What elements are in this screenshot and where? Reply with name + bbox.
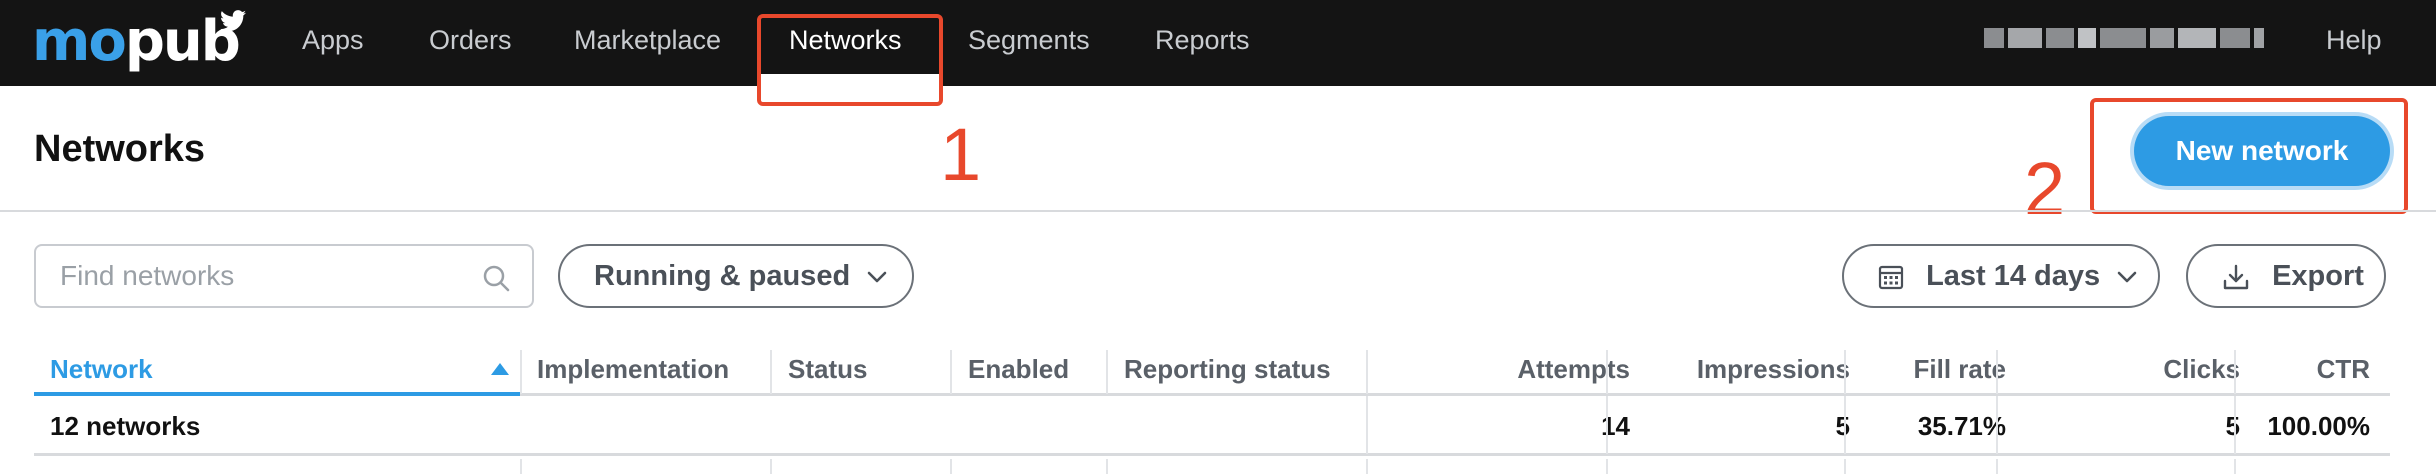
status-filter-label: Running & paused [594, 260, 851, 292]
summary-network-count: 12 networks [50, 411, 201, 441]
calendar-icon [1878, 266, 1904, 290]
column-header-status[interactable]: Status [788, 344, 867, 393]
logo-mo: mo [32, 9, 127, 74]
user-account-menu[interactable] [1984, 28, 2286, 52]
column-header-reporting-status[interactable]: Reporting status [1124, 344, 1331, 393]
date-range-dropdown[interactable]: Last 14 days [1842, 244, 2160, 308]
header-divider [0, 210, 2436, 212]
export-label: Export [2272, 260, 2364, 292]
column-header-clicks[interactable]: Clicks [2014, 344, 2240, 393]
column-header-implementation[interactable]: Implementation [537, 344, 729, 393]
annotation-number-2: 2 [2024, 147, 2066, 230]
nav-active-indicator [759, 74, 939, 86]
chevron-down-icon [2117, 272, 2137, 283]
nav-reports[interactable]: Reports [1155, 0, 1250, 86]
nav-help[interactable]: Help [2326, 0, 2382, 86]
summary-ctr: 100.00% [2267, 411, 2370, 441]
column-header-fill-rate[interactable]: Fill rate [1862, 344, 2006, 393]
annotation-number-1: 1 [940, 113, 982, 196]
summary-clicks: 5 [2225, 411, 2240, 441]
chevron-down-icon [867, 272, 887, 283]
search-box [34, 244, 534, 308]
twitter-bird-icon [220, 10, 246, 32]
summary-fill-rate: 35.71% [1917, 411, 2006, 441]
sort-ascending-icon[interactable] [490, 362, 510, 376]
nav-apps[interactable]: Apps [302, 0, 364, 86]
page-title: Networks [34, 128, 206, 170]
column-header-attempts[interactable]: Attempts [1384, 344, 1630, 393]
table-header: Network Implementation Status Enabled Re… [34, 344, 2390, 396]
search-icon [483, 265, 510, 292]
nav-segments[interactable]: Segments [968, 0, 1090, 86]
status-filter-dropdown[interactable]: Running & paused [558, 244, 914, 308]
mopub-logo[interactable]: mopub [32, 10, 246, 70]
download-icon [2223, 265, 2249, 290]
nav-marketplace[interactable]: Marketplace [574, 0, 721, 86]
column-header-impressions[interactable]: Impressions [1624, 344, 1850, 393]
summary-attempts: 14 [1601, 411, 1630, 441]
column-header-network[interactable]: Network [50, 344, 153, 393]
table-summary-row: 12 networks 14 5 35.71% 5 100.00% [34, 396, 2390, 456]
column-header-ctr[interactable]: CTR [2252, 344, 2370, 393]
export-button[interactable]: Export [2186, 244, 2386, 308]
new-network-button[interactable]: New network [2134, 116, 2390, 186]
nav-orders[interactable]: Orders [429, 0, 512, 86]
search-input[interactable] [36, 246, 456, 306]
date-range-label: Last 14 days [1926, 260, 2101, 292]
column-header-enabled[interactable]: Enabled [968, 344, 1069, 393]
top-nav: mopub Apps Orders Marketplace Networks S… [0, 0, 2436, 86]
summary-impressions: 5 [1835, 411, 1850, 441]
